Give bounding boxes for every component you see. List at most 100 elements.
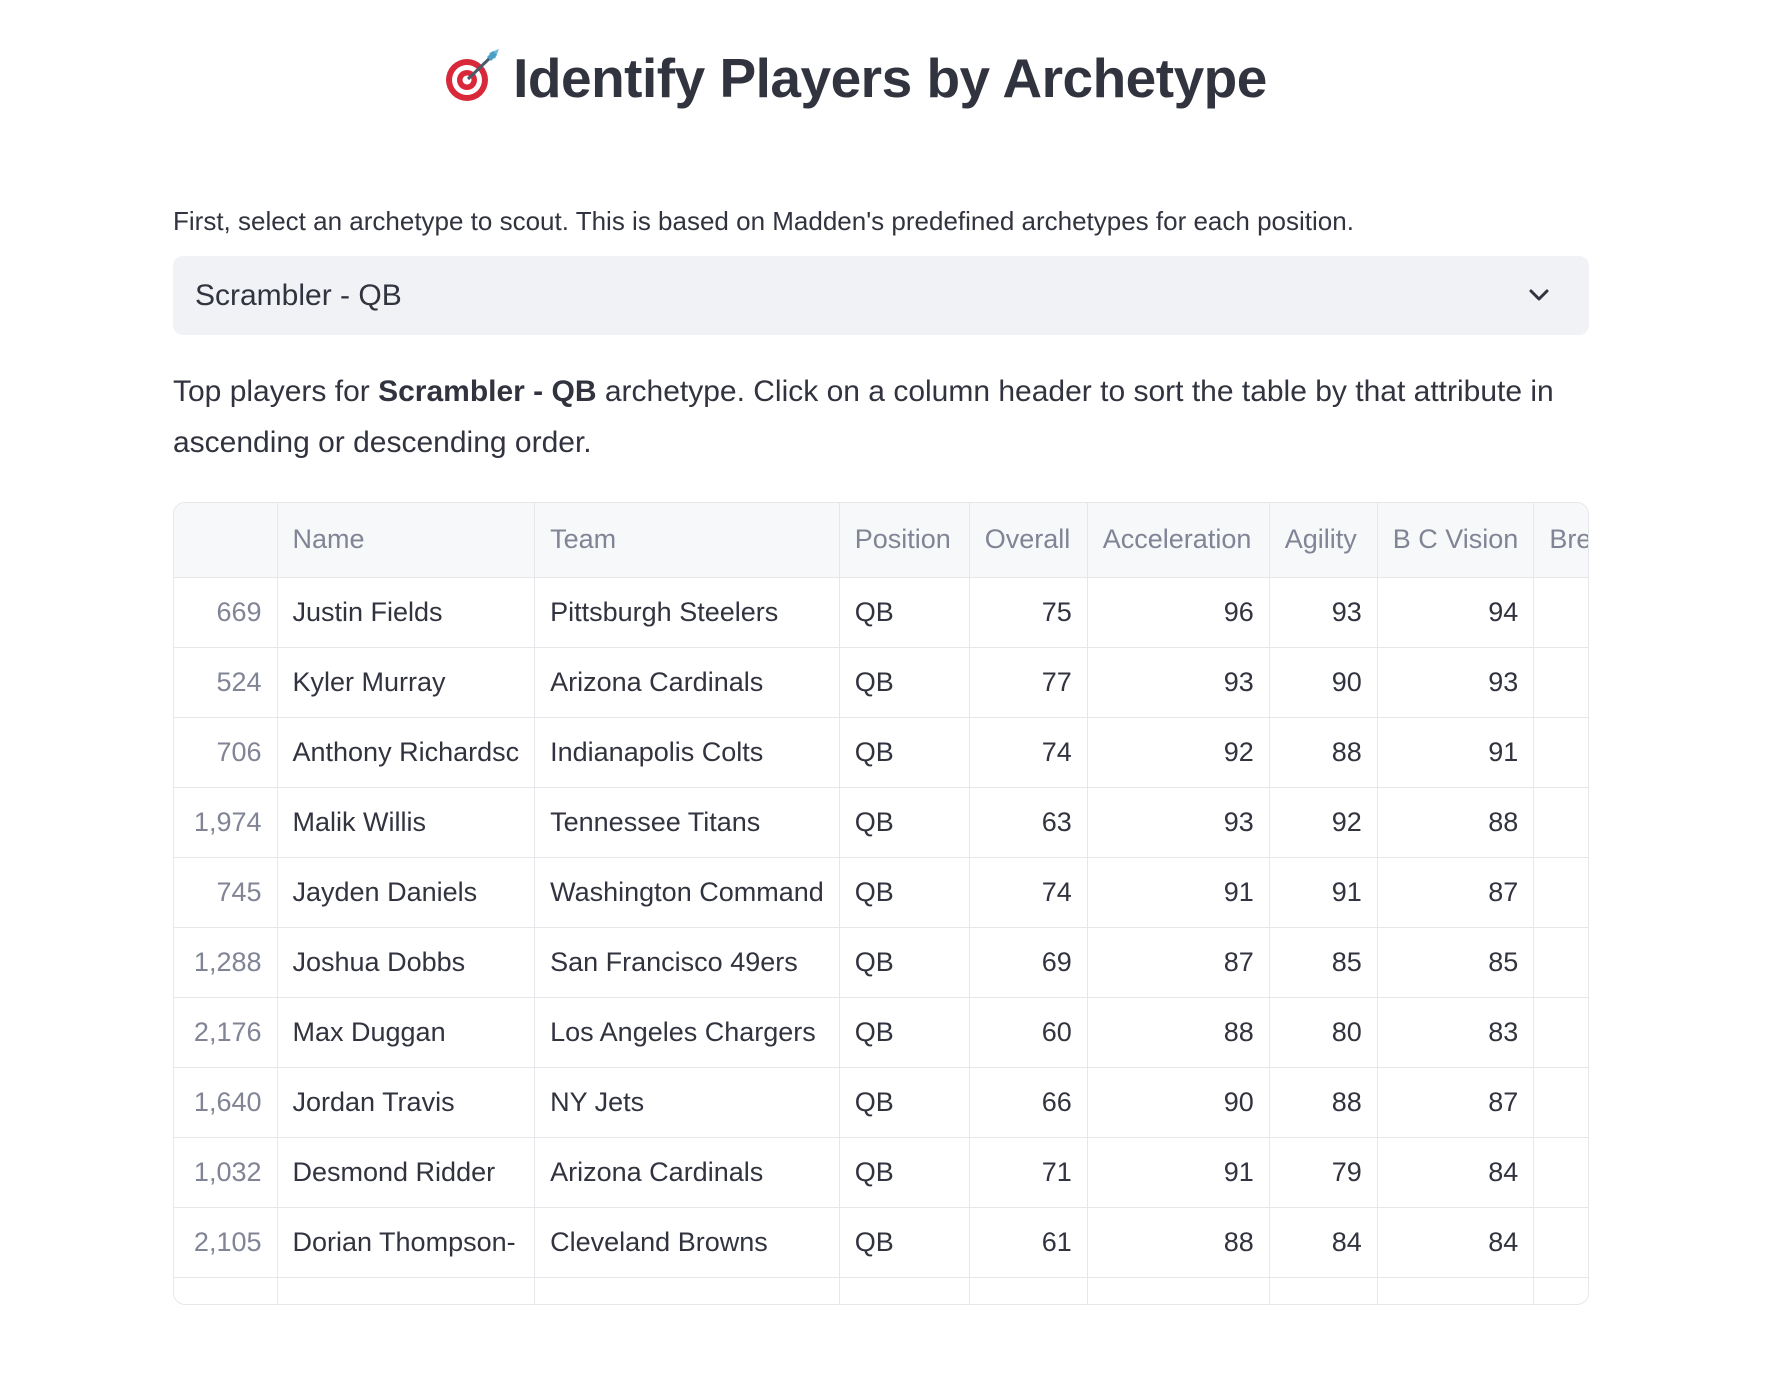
table-row[interactable]: 706 Anthony Richardsc Indianapolis Colts QB…	[174, 717, 1588, 788]
cell-name[interactable]	[277, 1277, 536, 1304]
cell-acceleration[interactable]: 93	[1087, 647, 1270, 718]
cell-team[interactable]	[534, 1277, 840, 1304]
cell-position[interactable]: QB	[839, 927, 970, 998]
cell-index[interactable]: 2,105	[174, 1207, 278, 1278]
cell-team[interactable]: Tennessee Titans	[534, 787, 840, 858]
cell-team[interactable]: Arizona Cardinals	[534, 1137, 840, 1208]
cell-bc-vision[interactable]: 94	[1377, 577, 1535, 648]
cell-acceleration[interactable]: 87	[1087, 927, 1270, 998]
cell-agility[interactable]: 84	[1269, 1207, 1378, 1278]
cell-acceleration[interactable]: 88	[1087, 997, 1270, 1068]
cell-bc-vision[interactable]: 84	[1377, 1207, 1535, 1278]
cell-team[interactable]: Pittsburgh Steelers	[534, 577, 840, 648]
cell-name[interactable]: Joshua Dobbs	[277, 927, 536, 998]
cell-bc-vision[interactable]: 87	[1377, 1067, 1535, 1138]
column-header-bc-vision[interactable]: B C Vision	[1377, 503, 1535, 578]
cell-overall[interactable]: 69	[969, 927, 1088, 998]
column-header-index[interactable]	[174, 503, 278, 578]
cell-bc-vision[interactable]: 91	[1377, 717, 1535, 788]
cell-break-sack[interactable]	[1533, 577, 1588, 648]
table-row[interactable]: 1,288 Joshua Dobbs San Francisco 49ers QB 69…	[174, 927, 1588, 998]
cell-team[interactable]: San Francisco 49ers	[534, 927, 840, 998]
cell-break-sack[interactable]	[1533, 1137, 1588, 1208]
cell-acceleration[interactable]: 92	[1087, 717, 1270, 788]
cell-name[interactable]: Anthony Richardsc	[277, 717, 536, 788]
cell-team[interactable]: Washington Command	[534, 857, 840, 928]
chevron-down-icon[interactable]	[1527, 284, 1551, 306]
cell-position[interactable]: QB	[839, 997, 970, 1068]
table-row[interactable]: 745 Jayden Daniels Washington Command QB 74 9…	[174, 857, 1588, 928]
cell-position[interactable]: QB	[839, 787, 970, 858]
cell-acceleration[interactable]: 90	[1087, 1067, 1270, 1138]
cell-agility[interactable]: 88	[1269, 1067, 1378, 1138]
cell-index[interactable]: 1,288	[174, 927, 278, 998]
cell-acceleration[interactable]: 93	[1087, 787, 1270, 858]
players-table[interactable]: Name Team Position Overall Acceleration Agili…	[173, 502, 1589, 1305]
cell-break-sack[interactable]	[1533, 927, 1588, 998]
cell-break-sack[interactable]	[1533, 1207, 1588, 1278]
cell-acceleration[interactable]	[1087, 1277, 1270, 1304]
table-row[interactable]: 1,032 Desmond Ridder Arizona Cardinals QB 71…	[174, 1137, 1588, 1208]
cell-index[interactable]: 1,974	[174, 787, 278, 858]
cell-team[interactable]: Cleveland Browns	[534, 1207, 840, 1278]
cell-agility[interactable]: 80	[1269, 997, 1378, 1068]
cell-agility[interactable]: 93	[1269, 577, 1378, 648]
cell-overall[interactable]: 74	[969, 857, 1088, 928]
cell-acceleration[interactable]: 88	[1087, 1207, 1270, 1278]
table-row[interactable]: 2,176 Max Duggan Los Angeles Chargers QB 60 8…	[174, 997, 1588, 1068]
table-row[interactable]: 1,640 Jordan Travis NY Jets QB 66 90 88 87	[174, 1067, 1588, 1138]
cell-overall[interactable]: 63	[969, 787, 1088, 858]
cell-team[interactable]: NY Jets	[534, 1067, 840, 1138]
cell-team[interactable]: Indianapolis Colts	[534, 717, 840, 788]
cell-agility[interactable]: 85	[1269, 927, 1378, 998]
cell-break-sack[interactable]	[1533, 717, 1588, 788]
cell-name[interactable]: Max Duggan	[277, 997, 536, 1068]
cell-agility[interactable]: 91	[1269, 857, 1378, 928]
cell-bc-vision[interactable]: 84	[1377, 1137, 1535, 1208]
cell-position[interactable]: QB	[839, 577, 970, 648]
cell-position[interactable]: QB	[839, 717, 970, 788]
cell-break-sack[interactable]	[1533, 857, 1588, 928]
cell-index[interactable]: 669	[174, 577, 278, 648]
cell-position[interactable]: QB	[839, 1067, 970, 1138]
cell-overall[interactable]: 77	[969, 647, 1088, 718]
cell-index[interactable]: 2,176	[174, 997, 278, 1068]
cell-agility[interactable]: 88	[1269, 717, 1378, 788]
cell-break-sack[interactable]	[1533, 1067, 1588, 1138]
column-header-overall[interactable]: Overall	[969, 503, 1088, 578]
column-header-break-sack[interactable]: Break Sa	[1533, 503, 1588, 578]
cell-bc-vision[interactable]: 83	[1377, 997, 1535, 1068]
cell-acceleration[interactable]: 91	[1087, 857, 1270, 928]
cell-break-sack[interactable]	[1533, 997, 1588, 1068]
cell-break-sack[interactable]	[1533, 787, 1588, 858]
cell-name[interactable]: Kyler Murray	[277, 647, 536, 718]
table-row[interactable]: 524 Kyler Murray Arizona Cardinals QB 77 93 90…	[174, 647, 1588, 718]
cell-team[interactable]: Arizona Cardinals	[534, 647, 840, 718]
column-header-name[interactable]: Name	[277, 503, 536, 578]
cell-name[interactable]: Desmond Ridder	[277, 1137, 536, 1208]
cell-agility[interactable]	[1269, 1277, 1378, 1304]
table-row[interactable]: 669 Justin Fields Pittsburgh Steelers QB 75 9…	[174, 577, 1588, 648]
cell-overall[interactable]: 71	[969, 1137, 1088, 1208]
cell-bc-vision[interactable]: 88	[1377, 787, 1535, 858]
column-header-agility[interactable]: Agility	[1269, 503, 1378, 578]
cell-agility[interactable]: 92	[1269, 787, 1378, 858]
cell-name[interactable]: Dorian Thompson-	[277, 1207, 536, 1278]
cell-index[interactable]: 706	[174, 717, 278, 788]
cell-index[interactable]: 745	[174, 857, 278, 928]
column-header-team[interactable]: Team	[534, 503, 840, 578]
cell-overall[interactable]: 75	[969, 577, 1088, 648]
cell-name[interactable]: Jayden Daniels	[277, 857, 536, 928]
cell-break-sack[interactable]	[1533, 1277, 1588, 1304]
cell-break-sack[interactable]	[1533, 647, 1588, 718]
cell-agility[interactable]: 79	[1269, 1137, 1378, 1208]
cell-overall[interactable]	[969, 1277, 1088, 1304]
cell-position[interactable]	[839, 1277, 970, 1304]
cell-acceleration[interactable]: 96	[1087, 577, 1270, 648]
cell-agility[interactable]: 90	[1269, 647, 1378, 718]
cell-name[interactable]: Malik Willis	[277, 787, 536, 858]
cell-position[interactable]: QB	[839, 1137, 970, 1208]
cell-acceleration[interactable]: 91	[1087, 1137, 1270, 1208]
column-header-position[interactable]: Position	[839, 503, 970, 578]
cell-position[interactable]: QB	[839, 647, 970, 718]
